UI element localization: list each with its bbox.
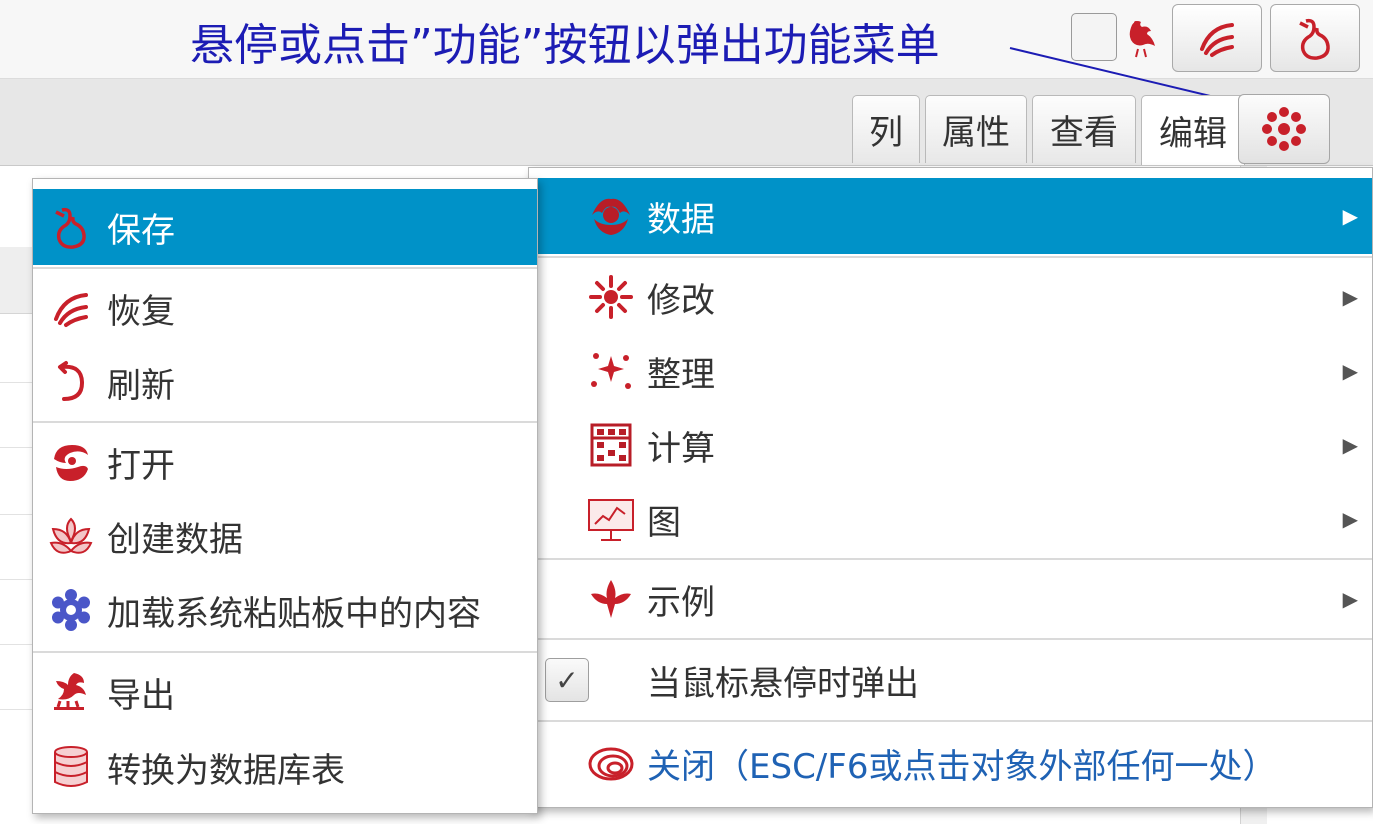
menu-item-label: 计算 xyxy=(647,428,715,469)
menu-item-create-data[interactable]: 创建数据 xyxy=(33,499,537,573)
swirl-icon xyxy=(1200,23,1234,57)
submenu-arrow-icon: ▶ xyxy=(1342,433,1358,457)
chart-board-icon xyxy=(587,495,635,543)
sparkle-icon xyxy=(587,347,635,395)
menu-item-data[interactable]: 数据 ▶ xyxy=(529,178,1372,254)
gear-icon xyxy=(47,586,95,634)
peony-icon xyxy=(587,192,635,240)
menu-item-close[interactable]: 关闭（ESC/F6或点击对象外部任何一处） xyxy=(529,724,1372,802)
menu-item-modify[interactable]: 修改 ▶ xyxy=(529,260,1372,334)
tab-edit[interactable]: 编辑 xyxy=(1141,95,1245,165)
separator xyxy=(33,267,537,269)
gourd-icon xyxy=(1299,18,1330,60)
menu-item-label: 整理 xyxy=(647,354,715,395)
tab-view[interactable]: 查看 xyxy=(1032,95,1136,163)
dragon-icon xyxy=(47,668,95,716)
separator xyxy=(529,558,1372,560)
popup-on-hover-checkbox[interactable]: ✓ xyxy=(545,658,589,702)
menu-item-chart[interactable]: 图 ▶ xyxy=(529,482,1372,556)
separator xyxy=(529,720,1372,722)
open-swirl-icon xyxy=(47,438,95,486)
swirl-button[interactable] xyxy=(1172,4,1262,72)
database-icon xyxy=(47,743,95,791)
menu-item-label: 数据 xyxy=(647,199,715,240)
menu-item-label: 图 xyxy=(647,502,681,543)
menu-item-label: 当鼠标悬停时弹出 xyxy=(647,663,919,704)
menu-item-organize[interactable]: 整理 ▶ xyxy=(529,334,1372,408)
rooster-icon xyxy=(1122,13,1166,61)
tab-properties[interactable]: 属性 xyxy=(925,95,1027,163)
spiral-icon xyxy=(587,739,635,787)
submenu-arrow-icon: ▶ xyxy=(1342,359,1358,383)
menu-item-label: 修改 xyxy=(647,280,715,321)
chrysanthemum-icon xyxy=(587,273,635,321)
flower-icon xyxy=(1262,107,1306,151)
lotus-icon xyxy=(47,512,95,560)
gourd-icon xyxy=(47,203,95,251)
tab-columns[interactable]: 列 xyxy=(852,95,920,163)
leaf-icon xyxy=(587,575,635,623)
menu-item-popup-on-hover[interactable]: ✓ 当鼠标悬停时弹出 xyxy=(529,642,1372,718)
menu-item-label: 示例 xyxy=(647,582,715,623)
refresh-icon xyxy=(47,358,95,406)
menu-item-open[interactable]: 打开 xyxy=(33,425,537,499)
menu-item-export[interactable]: 导出 xyxy=(33,655,537,729)
menu-item-label: 保存 xyxy=(107,210,175,251)
menu-item-refresh[interactable]: 刷新 xyxy=(33,345,537,419)
menu-item-label: 导出 xyxy=(107,675,175,716)
menu-item-label: 创建数据 xyxy=(107,519,243,560)
submenu-arrow-icon: ▶ xyxy=(1342,587,1358,611)
menu-item-label: 关闭（ESC/F6或点击对象外部任何一处） xyxy=(647,746,1277,787)
gourd-button[interactable] xyxy=(1270,4,1360,72)
menu-item-save[interactable]: 保存 xyxy=(33,189,537,265)
submenu-arrow-icon: ▶ xyxy=(1342,204,1358,228)
hint-annotation: 悬停或点击”功能”按钮以弹出功能菜单 xyxy=(190,20,940,71)
menu-item-label: 加载系统粘贴板中的内容 xyxy=(107,593,481,634)
menu-item-convert-db-table[interactable]: 转换为数据库表 xyxy=(33,729,537,805)
separator xyxy=(529,638,1372,640)
separator xyxy=(33,651,537,653)
abacus-icon xyxy=(587,421,635,469)
menu-item-label: 刷新 xyxy=(107,365,175,406)
menu-item-examples[interactable]: 示例 ▶ xyxy=(529,562,1372,636)
separator xyxy=(529,256,1372,258)
menu-item-calculate[interactable]: 计算 ▶ xyxy=(529,408,1372,482)
check-icon: ✓ xyxy=(555,663,579,697)
function-menu: 数据 ▶ 修改 ▶ 整理 ▶ 计算 ▶ 图 ▶ 示例 ▶ ✓ 当鼠标悬停时弹出 … xyxy=(528,167,1373,808)
menu-item-label: 转换为数据库表 xyxy=(107,750,345,791)
function-button[interactable] xyxy=(1238,94,1330,164)
menu-item-label: 打开 xyxy=(107,445,175,486)
data-submenu: 保存 恢复 刷新 打开 创建数据 加载系统粘贴板中的内容 导出 转换为数据库表 xyxy=(32,178,538,814)
menu-item-restore[interactable]: 恢复 xyxy=(33,271,537,345)
menu-item-label: 恢复 xyxy=(107,291,175,332)
top-checkbox[interactable] xyxy=(1071,13,1117,61)
swirl-icon xyxy=(47,284,95,332)
separator xyxy=(33,421,537,423)
submenu-arrow-icon: ▶ xyxy=(1342,285,1358,309)
menu-item-load-clipboard[interactable]: 加载系统粘贴板中的内容 xyxy=(33,573,537,647)
submenu-arrow-icon: ▶ xyxy=(1342,507,1358,531)
